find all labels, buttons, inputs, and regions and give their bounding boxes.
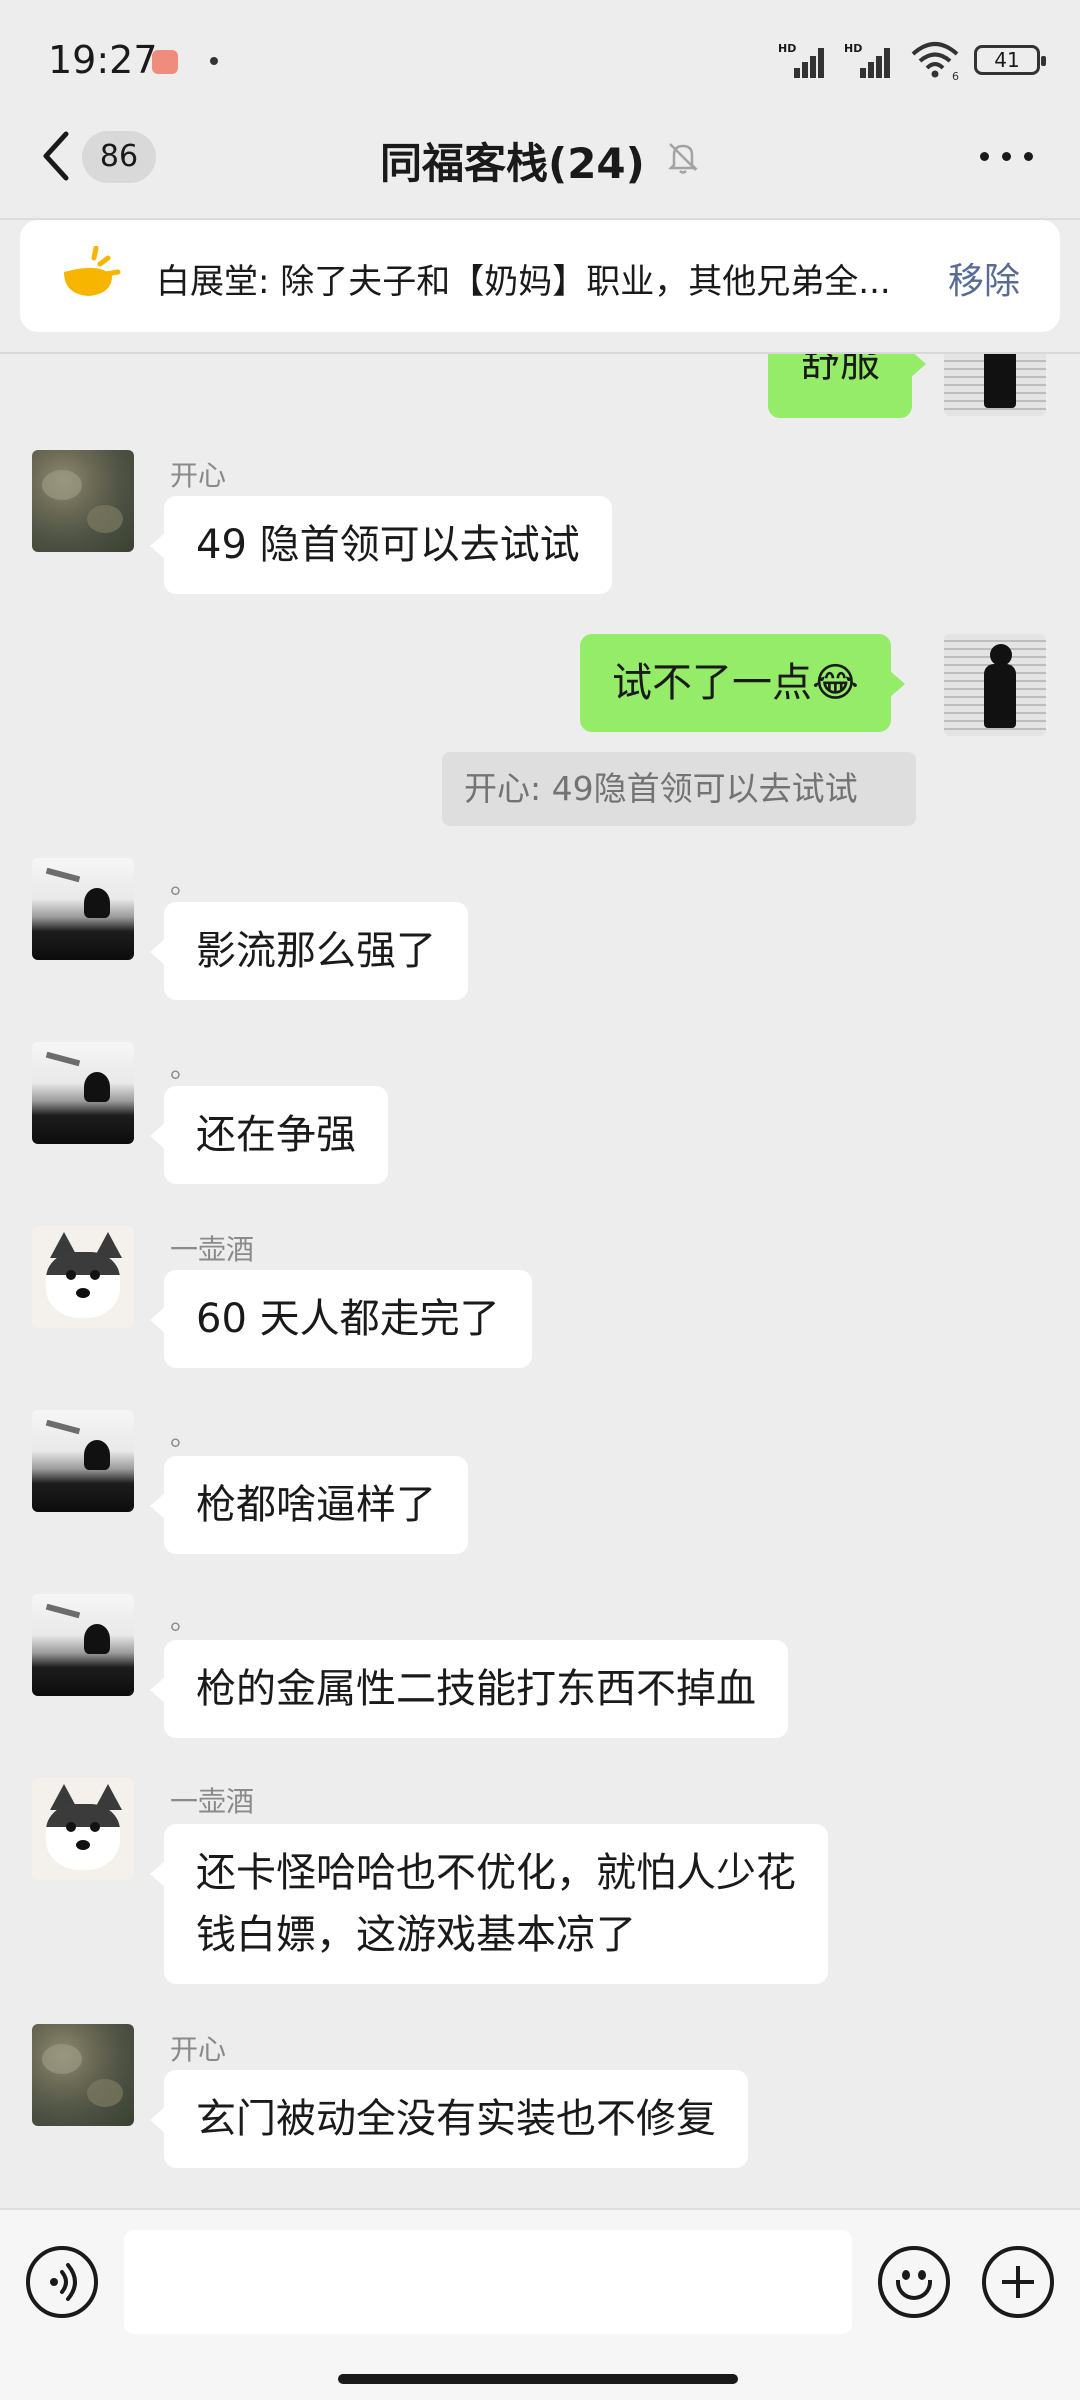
message-bubble[interactable]: 枪的金属性二技能打东西不掉血 xyxy=(150,1640,788,1738)
sender-name: 开心 xyxy=(170,2033,227,2066)
self-message-bubble[interactable]: 试不了一点😂 xyxy=(580,634,905,732)
signal-hd-label: HD xyxy=(778,42,797,55)
avatar-dot-user[interactable] xyxy=(32,858,134,960)
message-bubble[interactable]: 60 天人都走完了 xyxy=(150,1270,532,1368)
back-arrow-icon[interactable] xyxy=(38,128,74,184)
sender-name: 一壶酒 xyxy=(170,1785,255,1818)
signal-icon: HD xyxy=(778,42,830,78)
sender-name: 开心 xyxy=(170,459,227,492)
message-bubble[interactable]: 49 隐首领可以去试试 xyxy=(150,496,612,594)
remove-announcement-button[interactable]: 移除 xyxy=(948,252,1020,304)
home-indicator[interactable] xyxy=(338,2374,738,2384)
more-icon[interactable] xyxy=(976,144,1036,168)
avatar-yihujiu[interactable] xyxy=(32,1226,134,1328)
message-text-input[interactable] xyxy=(124,2230,852,2334)
sender-name: 。 xyxy=(170,1603,199,1636)
avatar-dot-user[interactable] xyxy=(32,1042,134,1144)
sender-name: 。 xyxy=(170,1419,199,1452)
unread-count-badge[interactable]: 86 xyxy=(82,131,156,183)
avatar-yihujiu[interactable] xyxy=(32,1778,134,1880)
bell-off-icon xyxy=(667,143,699,174)
message-bubble[interactable]: 影流那么强了 xyxy=(150,902,468,1000)
group-announcement-banner-top[interactable]: 白展堂: 除了夫子和【奶妈】职业，其他兄弟全... 移除 xyxy=(20,220,1060,332)
announcement-megaphone-icon xyxy=(64,246,121,296)
sender-name: 。 xyxy=(170,1051,199,1084)
battery-level: 41 xyxy=(994,48,1020,72)
status-bar: 19:27 HD HD 6 41 xyxy=(0,0,1080,120)
avatar-kaixin[interactable] xyxy=(32,450,134,552)
wifi-label: 6 xyxy=(952,70,959,80)
self-avatar[interactable] xyxy=(944,634,1046,736)
avatar-dot-user[interactable] xyxy=(32,1594,134,1696)
message-bubble[interactable]: 还卡怪哈哈也不优化，就怕人少花 钱白嫖，这游戏基本凉了 xyxy=(150,1824,828,1984)
sender-name: 。 xyxy=(170,867,199,900)
avatar-kaixin[interactable] xyxy=(32,2024,134,2126)
status-time: 19:27 xyxy=(48,38,158,82)
avatar-dot-user[interactable] xyxy=(32,1410,134,1512)
message-bubble[interactable]: 玄门被动全没有实装也不修复 xyxy=(150,2070,748,2168)
voice-wave-icon xyxy=(50,2263,77,2301)
status-icons: HD HD 6 41 xyxy=(778,40,1046,80)
message-list-top-divider-line xyxy=(0,352,1080,354)
signal-hd-label-2: HD xyxy=(844,42,863,55)
announcement-text: 白展堂: 除了夫子和【奶妈】职业，其他兄弟全... xyxy=(156,262,891,302)
battery-icon: 41 xyxy=(974,45,1046,75)
quoted-message[interactable]: 开心: 49隐首领可以去试试 xyxy=(442,752,916,826)
emoji-icon[interactable] xyxy=(878,2246,950,2318)
sender-name: 一壶酒 xyxy=(170,1233,255,1266)
more-actions-plus-icon[interactable] xyxy=(982,2246,1054,2318)
notification-app-icon xyxy=(152,50,178,74)
message-bubble[interactable]: 还在争强 xyxy=(150,1086,388,1184)
message-bubble[interactable]: 枪都啥逼样了 xyxy=(150,1456,468,1554)
chat-title: 同福客栈(24) xyxy=(380,139,645,188)
wifi-icon: 6 xyxy=(911,42,959,80)
notification-dot-icon xyxy=(210,57,218,65)
signal-icon-2: HD xyxy=(844,42,896,78)
voice-input-icon[interactable] xyxy=(26,2246,98,2318)
